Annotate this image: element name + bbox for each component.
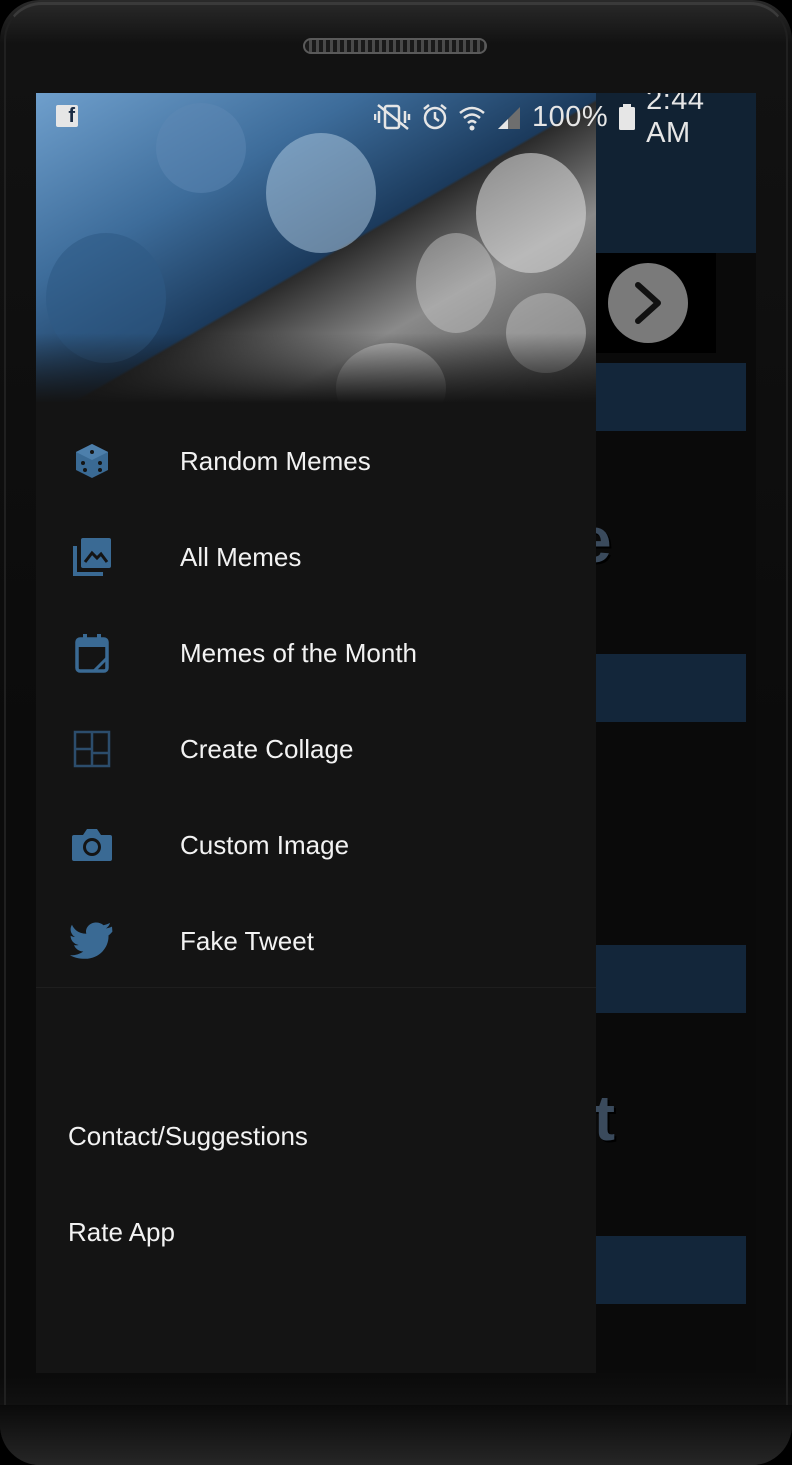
menu-item-fake-tweet[interactable]: Fake Tweet xyxy=(36,893,596,989)
drawer-menu: Random Memes All Memes Memes of the Mont… xyxy=(36,413,596,989)
section-bar xyxy=(576,654,746,722)
calendar-icon xyxy=(70,631,114,675)
menu-item-all-memes[interactable]: All Memes xyxy=(36,509,596,605)
menu-item-label: All Memes xyxy=(180,541,302,572)
twitter-icon xyxy=(70,919,114,963)
signal-icon xyxy=(497,107,520,129)
meme-face-graphic xyxy=(476,153,586,273)
status-icons: 100% 2:44 AM xyxy=(374,93,756,149)
facebook-icon: f xyxy=(56,105,78,127)
phone-frame: e it xyxy=(0,0,792,1465)
meme-face-graphic xyxy=(46,233,166,363)
navigation-drawer: Random Memes All Memes Memes of the Mont… xyxy=(36,93,596,1373)
dice-icon xyxy=(70,439,114,483)
menu-item-memes-of-the-month[interactable]: Memes of the Month xyxy=(36,605,596,701)
wifi-icon xyxy=(459,106,485,131)
bottom-bezel xyxy=(0,1405,792,1465)
next-button[interactable] xyxy=(608,263,688,343)
meme-face-graphic xyxy=(336,343,446,403)
camera-icon xyxy=(70,823,114,867)
menu-item-label: Create Collage xyxy=(180,733,354,764)
rate-app-link[interactable]: Rate App xyxy=(68,1217,175,1248)
speaker-grille xyxy=(303,38,487,54)
drawer-divider xyxy=(36,987,596,988)
battery-icon xyxy=(619,104,636,130)
clock: 2:44 AM xyxy=(646,93,705,149)
alarm-icon xyxy=(423,104,447,130)
meme-face-graphic xyxy=(266,133,376,253)
meme-face-graphic xyxy=(506,293,586,373)
collage-icon xyxy=(70,727,114,771)
menu-item-label: Custom Image xyxy=(180,829,350,860)
section-bar xyxy=(576,363,746,431)
menu-item-label: Fake Tweet xyxy=(180,925,314,956)
section-bar xyxy=(576,945,746,1013)
menu-item-create-collage[interactable]: Create Collage xyxy=(36,701,596,797)
photo-library-icon xyxy=(70,535,114,579)
chevron-right-icon xyxy=(635,282,661,324)
menu-item-random-memes[interactable]: Random Memes xyxy=(36,413,596,509)
menu-item-custom-image[interactable]: Custom Image xyxy=(36,797,596,893)
screen: e it xyxy=(36,93,756,1373)
battery-percentage: 100% xyxy=(531,100,609,133)
contact-suggestions-link[interactable]: Contact/Suggestions xyxy=(68,1121,308,1152)
section-bar xyxy=(576,1236,746,1304)
menu-item-label: Random Memes xyxy=(180,445,371,476)
status-bar: f 100% 2:44 AM xyxy=(36,93,756,149)
meme-face-graphic xyxy=(416,233,496,333)
vibrate-mute-icon xyxy=(374,104,411,130)
menu-item-label: Memes of the Month xyxy=(180,637,417,668)
